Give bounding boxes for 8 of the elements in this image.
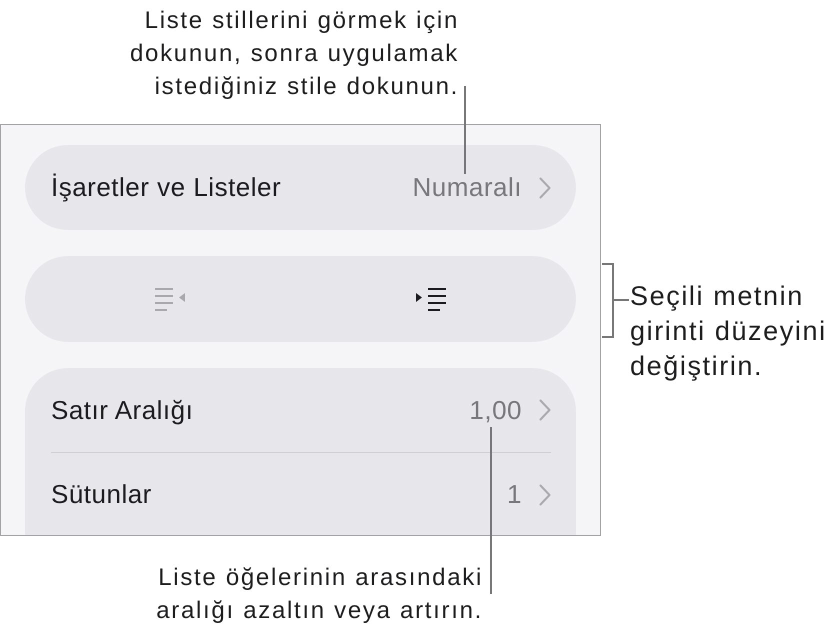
callout-text: Liste stillerini görmek için dokunun, sonra uygulamak istediğiniz stile dokunun. <box>130 6 459 102</box>
settings-row[interactable]: İşaretler ve Listeler Numaralı <box>25 145 576 230</box>
chevron-icon <box>539 484 551 506</box>
chevron-icon <box>539 399 551 421</box>
chevron-icon <box>539 176 551 198</box>
settings-row[interactable]: Satır Aralığı 1,00 <box>51 368 551 452</box>
callout-text: Liste öğelerinin arasındaki aralığı azaltın veya artırın. <box>156 563 483 626</box>
callout-text: Seçili metnin girinti düzeyini değiştirin. <box>630 280 827 383</box>
